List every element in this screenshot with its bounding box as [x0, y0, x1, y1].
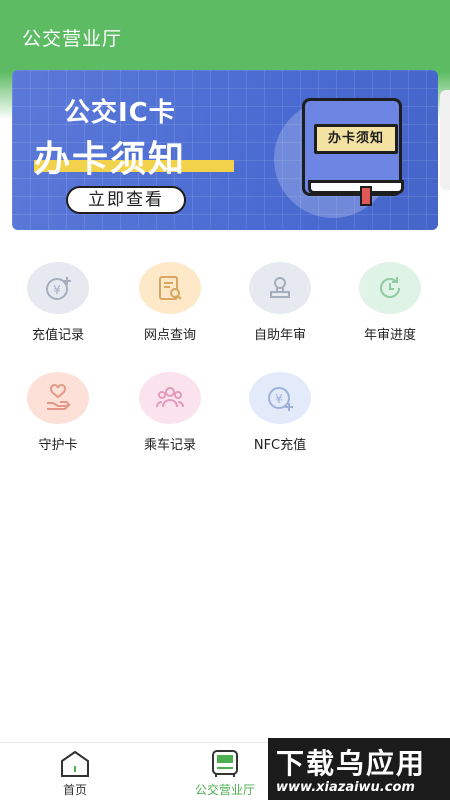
- service-label: 乘车记录: [143, 438, 196, 453]
- home-icon: [61, 750, 89, 777]
- banner-title-wrap: 办卡须知: [34, 130, 234, 180]
- stamp-icon: [249, 262, 311, 314]
- service-label: 年审进度: [363, 328, 416, 343]
- promo-banner[interactable]: 公交IC卡 办卡须知 立即查看 办卡须知: [12, 70, 438, 230]
- svg-text:¥: ¥: [53, 283, 61, 297]
- service-ride-record[interactable]: 乘车记录: [114, 368, 226, 468]
- yuan-plus-icon: ¥: [249, 372, 311, 424]
- heart-hand-icon: [27, 372, 89, 424]
- nav-bus-hall[interactable]: 公交营业厅: [180, 747, 270, 799]
- watermark-logo: 下载乌应用 www.xiazaiwu.com: [268, 738, 450, 800]
- service-label: 自助年审: [253, 328, 306, 343]
- doc-search-icon: [139, 262, 201, 314]
- yuan-plus-icon: ¥: [27, 262, 89, 314]
- banner-headline: 公交IC卡: [64, 98, 176, 128]
- page-title: 公交营业厅: [22, 28, 123, 50]
- service-review-progress[interactable]: 年审进度: [334, 258, 446, 358]
- book-ribbon: [360, 186, 372, 206]
- watermark-url: www.xiazaiwu.com: [276, 780, 415, 795]
- service-label: 充值记录: [31, 328, 84, 343]
- watermark-text: 下载乌应用: [276, 747, 427, 780]
- book-pages: [308, 180, 404, 194]
- clock-refresh-icon: [359, 262, 421, 314]
- view-now-button[interactable]: 立即查看: [66, 186, 186, 214]
- svg-text:¥: ¥: [275, 392, 283, 406]
- service-outlet-search[interactable]: 网点查询: [114, 258, 226, 358]
- service-label: NFC充值: [253, 438, 307, 453]
- service-self-review[interactable]: 自助年审: [224, 258, 336, 358]
- book-icon: 办卡须知: [302, 98, 406, 206]
- service-recharge-record[interactable]: ¥ 充值记录: [2, 258, 114, 358]
- service-label: 守护卡: [38, 438, 78, 453]
- group-icon: [139, 372, 201, 424]
- banner-title: 办卡须知: [34, 139, 187, 180]
- nav-label: 公交营业厅: [194, 783, 255, 797]
- nav-home[interactable]: 首页: [30, 747, 120, 799]
- next-banner-peek: [440, 90, 450, 190]
- service-label: 网点查询: [143, 328, 196, 343]
- nav-label: 首页: [62, 783, 87, 797]
- bus-icon: [212, 750, 238, 777]
- service-nfc-recharge[interactable]: ¥ NFC充值: [224, 368, 336, 468]
- service-guardian-card[interactable]: 守护卡: [2, 368, 114, 468]
- book-label: 办卡须知: [314, 124, 398, 154]
